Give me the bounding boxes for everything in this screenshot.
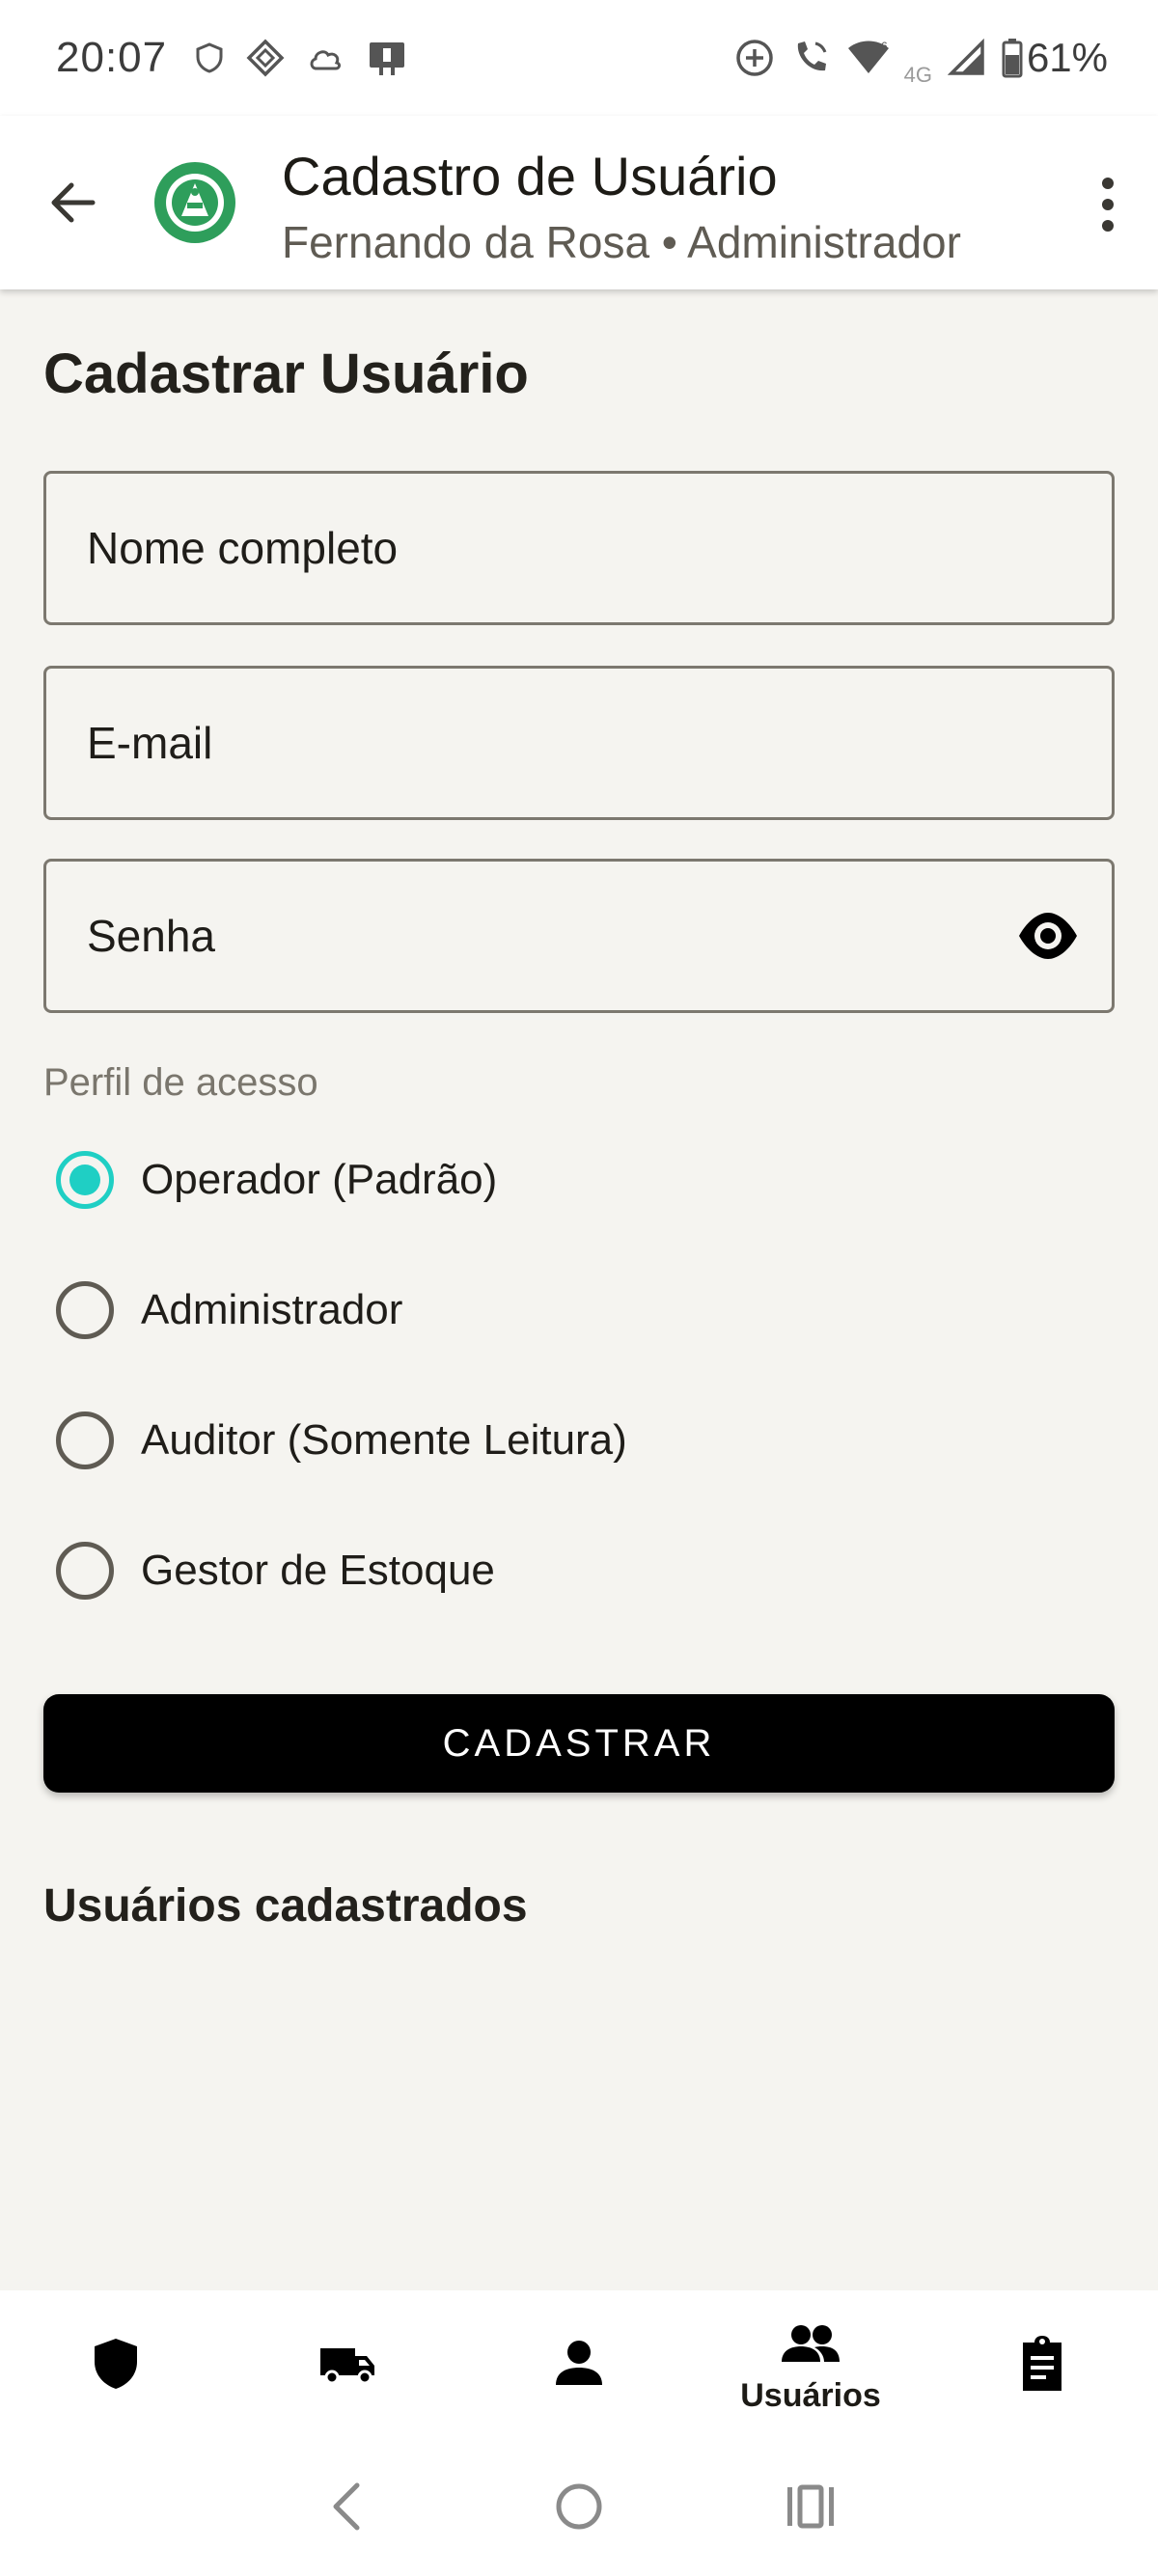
cast-device-icon [366,39,408,77]
app-title: Cadastro de Usuário [282,146,778,206]
shield-icon [95,2339,137,2389]
nav-item-security[interactable] [0,2290,232,2437]
radio-unchecked-icon[interactable] [56,1411,114,1469]
toggle-password-visibility-button[interactable] [1015,903,1081,969]
role-option-auditor[interactable]: Auditor (Somente Leitura) [56,1397,627,1484]
role-option-label: Gestor de Estoque [141,1547,495,1594]
submit-button[interactable]: CADASTRAR [43,1694,1115,1793]
nav-item-users[interactable]: Usuários [695,2290,926,2437]
role-heading: Perfil de acesso [43,1061,318,1104]
truck-icon [320,2348,374,2385]
bottom-navigation: Usuários [0,2290,1158,2437]
status-time: 20:07 [56,34,168,81]
app-bar: Cadastro de Usuário Fernando da Rosa • A… [0,116,1158,289]
system-back-button[interactable] [232,2458,463,2555]
role-option-administrador[interactable]: Administrador [56,1267,402,1354]
more-vert-icon [1102,178,1114,232]
name-field-label: Nome completo [87,523,399,573]
radio-unchecked-icon[interactable] [56,1542,114,1600]
role-option-gestor-estoque[interactable]: Gestor de Estoque [56,1527,495,1614]
battery-percentage: 61% [1026,35,1108,80]
person-icon [556,2341,602,2385]
radio-unchecked-icon[interactable] [56,1281,114,1339]
registered-users-title: Usuários cadastrados [43,1880,528,1932]
nav-item-delivery[interactable] [232,2290,463,2437]
battery-icon [1002,38,1023,78]
recents-icon [787,2484,834,2529]
clipboard-icon [1023,2336,1062,2391]
eye-icon [1019,913,1077,959]
home-circle-icon [556,2483,602,2530]
shield-small-icon [196,42,223,73]
chevron-left-icon [333,2482,360,2531]
nav-item-users-label: Usuários [740,2376,881,2414]
cloud-icon [308,43,343,72]
role-option-label: Auditor (Somente Leitura) [141,1416,627,1464]
status-bar: 20:07 6 4G 61% [0,0,1158,116]
network-type: 4G [903,63,932,87]
role-option-operador[interactable]: Operador (Padrão) [56,1137,497,1223]
system-navigation-bar [0,2437,1158,2576]
more-options-button[interactable] [1077,170,1139,239]
system-recents-button[interactable] [695,2458,926,2555]
arrow-back-icon [51,182,96,223]
submit-button-label: CADASTRAR [442,1721,716,1765]
system-home-button[interactable] [463,2458,695,2555]
role-option-label: Administrador [141,1286,403,1333]
name-field[interactable]: Nome completo [43,471,1115,625]
password-field-label: Senha [87,911,216,961]
form-title: Cadastrar Usuário [43,343,529,405]
wifi-icon: 6 [846,39,891,77]
app-logo-icon [152,160,237,245]
email-field-label: E-mail [87,718,213,768]
radio-checked-icon[interactable] [56,1151,114,1209]
signal-icon [947,39,986,77]
email-field[interactable]: E-mail [43,666,1115,820]
people-icon [782,2324,840,2362]
wifi-calling-icon [790,38,831,78]
password-field[interactable]: Senha [43,859,1115,1013]
nav-item-profile[interactable] [463,2290,695,2437]
diamond-app-icon [246,39,285,77]
main-content: Cadastrar Usuário Nome completo E-mail S… [0,289,1158,2290]
data-saver-icon [734,38,775,78]
role-option-label: Operador (Padrão) [141,1156,498,1203]
nav-item-reports[interactable] [926,2290,1158,2437]
app-subtitle: Fernando da Rosa • Administrador [282,217,961,267]
back-button[interactable] [42,172,104,233]
svg-text:6: 6 [881,40,888,53]
